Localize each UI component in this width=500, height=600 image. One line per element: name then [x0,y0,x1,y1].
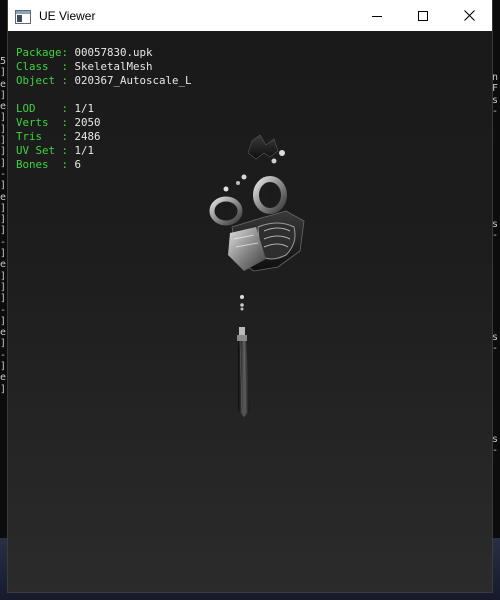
info-bones-label: Bones : [16,158,69,171]
info-verts: Verts : 2050 [16,116,192,130]
info-package-label: Package: [16,46,69,59]
info-tris: Tris : 2486 [16,130,192,144]
mesh-info-overlay: Package: 00057830.upk Class : SkeletalMe… [16,46,192,172]
minimize-button[interactable] [354,0,400,31]
info-class-label: Class : [16,60,69,73]
minimize-icon [372,15,382,17]
close-button[interactable] [446,0,492,31]
caption-buttons [354,0,492,31]
maximize-icon [418,10,428,21]
info-class-value: SkeletalMesh [74,60,153,73]
info-verts-value: 2050 [74,116,101,129]
close-icon [463,10,475,21]
info-lod: LOD : 1/1 [16,102,192,116]
info-class: Class : SkeletalMesh [16,60,192,74]
info-package-value: 00057830.upk [74,46,153,59]
info-verts-label: Verts : [16,116,69,129]
info-object-label: Object : [16,74,69,87]
info-uvset: UV Set : 1/1 [16,144,192,158]
app-window-icon [15,9,31,24]
info-tris-label: Tris : [16,130,69,143]
info-lod-value: 1/1 [74,102,95,115]
info-tris-value: 2486 [74,130,101,143]
info-uvset-value: 1/1 [74,144,95,157]
info-object: Object : 020367_Autoscale_L [16,74,192,88]
info-uvset-label: UV Set : [16,144,69,157]
info-bones: Bones : 6 [16,158,192,172]
ue-viewer-window: UE Viewer Package: 00057830.upk Class: … [8,0,492,592]
background-console-text-right: n F s - s - s - s - [492,72,499,456]
info-object-value: 020367_Autoscale_L [74,74,192,87]
info-lod-label: LOD : [16,102,69,115]
3d-viewport[interactable]: Package: 00057830.upk Class : SkeletalMe… [8,31,492,592]
window-title: UE Viewer [39,8,96,23]
info-bones-value: 6 [74,158,82,171]
skeletal-mesh-render [209,134,305,417]
title-bar[interactable]: UE Viewer [8,0,492,31]
maximize-button[interactable] [400,0,446,31]
info-package: Package: 00057830.upk [16,46,192,60]
background-console-right: n F s - s - s - s - [491,0,500,600]
